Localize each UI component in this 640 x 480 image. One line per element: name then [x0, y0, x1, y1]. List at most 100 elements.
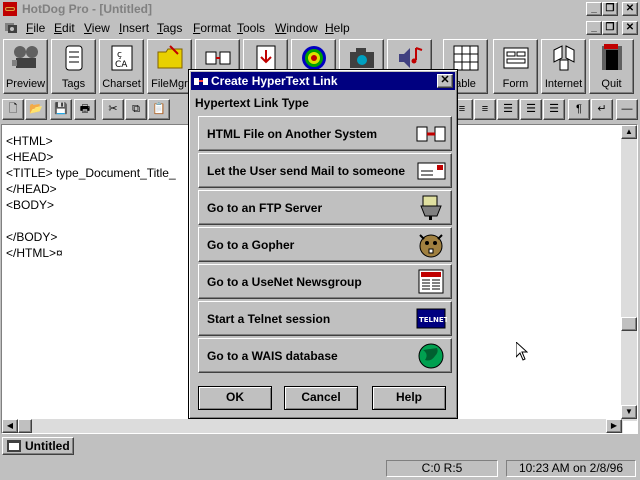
menu-tags[interactable]: Tags — [157, 21, 182, 35]
left-arrow-icon: ◀ — [6, 421, 14, 430]
doc-restore-button[interactable]: ❐ — [602, 21, 618, 35]
link-newsgroup-button[interactable]: Go to a UseNet Newsgroup — [198, 264, 452, 299]
toolbar-label: Charset — [102, 78, 141, 90]
link-ftp-button[interactable]: Go to an FTP Server — [198, 190, 452, 225]
scroll-up-button[interactable]: ▲ — [621, 125, 637, 139]
definition-list-icon: ☰ — [549, 103, 559, 115]
menu-insert[interactable]: Insert — [119, 21, 149, 35]
link-option-label: Start a Telnet session — [207, 312, 331, 326]
document-tab-strip: Untitled — [0, 436, 640, 456]
right-arrow-icon: ▶ — [610, 421, 618, 430]
toolbar-tags-button[interactable]: Tags — [51, 39, 96, 94]
doc-close-button[interactable]: ✕ — [622, 21, 638, 35]
toolbar-charset-button[interactable]: ç CA Charset — [99, 39, 144, 94]
status-datetime: 10:23 AM on 2/8/96 — [506, 460, 636, 477]
link-type-group: Hypertext Link Type HTML File on Another… — [195, 96, 453, 373]
menu-edit[interactable]: Edit — [54, 21, 75, 35]
link-icon — [194, 78, 208, 85]
tab-untitled[interactable]: Untitled — [2, 437, 74, 455]
menu-tools[interactable]: Tools — [237, 21, 265, 35]
paragraph-button[interactable]: ¶ — [568, 99, 590, 120]
toolbar-form-button[interactable]: Form — [493, 39, 538, 94]
close-button[interactable]: ✕ — [622, 2, 638, 16]
mail-icon — [417, 162, 446, 180]
globe-icon — [418, 343, 444, 369]
dialog-close-button[interactable]: ✕ — [437, 74, 453, 88]
folder-icon — [157, 45, 183, 69]
hotdog-app-icon[interactable] — [2, 1, 18, 17]
scroll-right-button[interactable]: ▶ — [606, 419, 622, 433]
scroll-down-button[interactable]: ▼ — [621, 405, 637, 419]
dialog-title: Create HyperText Link — [211, 74, 338, 88]
copy-button[interactable]: ⧉ — [125, 99, 147, 120]
bullet-list-button[interactable]: ☰ — [520, 99, 542, 120]
link-gopher-button[interactable]: Go to a Gopher — [198, 227, 452, 262]
line-break-button[interactable]: ↵ — [591, 99, 613, 120]
menu-help[interactable]: Help — [325, 21, 350, 35]
document-tab-icon — [7, 440, 21, 452]
help-label: Help — [395, 390, 422, 404]
cancel-button[interactable]: Cancel — [284, 386, 358, 410]
horizontal-scrollbar[interactable]: ◀ ▶ — [2, 419, 623, 433]
menu-view[interactable]: View — [84, 21, 110, 35]
link-option-label: HTML File on Another System — [207, 127, 378, 141]
editor-text[interactable]: <HTML> <HEAD> <TITLE> type_Document_Titl… — [6, 133, 176, 261]
toolbar-label: Form — [502, 78, 529, 90]
link-option-label: Go to a WAIS database — [207, 349, 338, 363]
help-button[interactable]: Help — [372, 386, 446, 410]
toolbar-internet-button[interactable]: Internet — [541, 39, 586, 94]
menu-window[interactable]: Window — [275, 21, 318, 35]
document-menu-icon[interactable] — [3, 20, 21, 36]
charset-icon: çCA — [111, 45, 133, 71]
numbered-list-button[interactable]: ☰ — [497, 99, 519, 120]
copy-icon: ⧉ — [132, 103, 140, 115]
scroll-left-button[interactable]: ◀ — [2, 419, 18, 433]
horizontal-rule-button[interactable]: — — [616, 99, 638, 120]
save-button[interactable]: 💾 — [50, 99, 72, 120]
close-icon: ✕ — [440, 74, 450, 86]
doc-minimize-button[interactable]: _ — [586, 21, 602, 35]
tab-label: Untitled — [25, 439, 70, 453]
link-html-file-button[interactable]: HTML File on Another System — [198, 116, 452, 151]
ok-label: OK — [226, 390, 244, 404]
menu-file[interactable]: File — [26, 21, 45, 35]
ftp-icon — [420, 195, 442, 220]
close-icon: ✕ — [625, 3, 635, 14]
download-icon — [256, 45, 276, 71]
dialog-title-bar: Create HyperText Link ✕ — [191, 72, 455, 90]
toolbar-label: Tags — [61, 78, 86, 90]
link-option-label: Let the User send Mail to someone — [207, 164, 406, 178]
table-icon — [453, 45, 479, 71]
restore-button[interactable]: ❐ — [602, 2, 618, 16]
new-file-icon: 🗋 — [8, 103, 18, 115]
down-arrow-icon: ▼ — [625, 407, 633, 416]
link-telnet-button[interactable]: Start a Telnet session TELNET — [198, 301, 452, 336]
print-button[interactable]: 🖶 — [74, 99, 96, 120]
paste-button[interactable]: 📋 — [148, 99, 170, 120]
new-file-button[interactable]: 🗋 — [2, 99, 24, 120]
cut-button[interactable]: ✂ — [102, 99, 124, 120]
link-mail-button[interactable]: Let the User send Mail to someone — [198, 153, 452, 188]
exit-icon — [602, 44, 622, 70]
toolbar-quit-button[interactable]: Quit — [589, 39, 634, 94]
minimize-button[interactable]: _ — [586, 2, 602, 16]
scissors-icon: ✂ — [108, 103, 118, 115]
toolbar-preview-button[interactable]: Preview — [3, 39, 48, 94]
vertical-scrollbar[interactable]: ▲ ▼ — [621, 125, 637, 421]
horizontal-scroll-thumb[interactable] — [18, 419, 32, 433]
cursor-position: C:0 R:5 — [386, 460, 498, 477]
print-icon: 🖶 — [79, 103, 91, 115]
menu-bar: File Edit View Insert Tags Format Tools … — [0, 18, 640, 38]
definition-list-button[interactable]: ☰ — [543, 99, 565, 120]
ok-button[interactable]: OK — [198, 386, 272, 410]
vertical-scroll-thumb[interactable] — [621, 317, 637, 331]
link-wais-button[interactable]: Go to a WAIS database — [198, 338, 452, 373]
open-file-button[interactable]: 📂 — [25, 99, 47, 120]
projector-icon — [12, 46, 38, 68]
horizontal-rule-icon: — — [621, 103, 633, 115]
link-option-label: Go to a Gopher — [207, 238, 295, 252]
toolbar-filemgr-button[interactable]: FileMgr — [147, 39, 192, 94]
bullet-list-icon: ☰ — [526, 103, 536, 115]
align-center-button[interactable]: ≡ — [474, 99, 496, 120]
menu-format[interactable]: Format — [193, 21, 231, 35]
